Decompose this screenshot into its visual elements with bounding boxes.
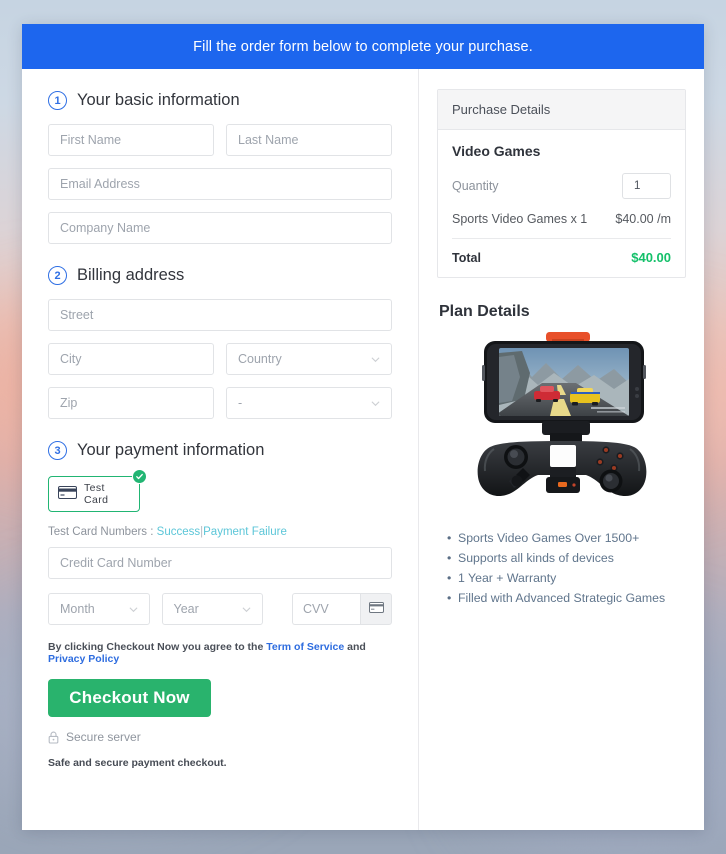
payment-method-test-card[interactable]: Test Card [48, 476, 140, 512]
last-name-input[interactable]: Last Name [226, 124, 392, 156]
step-title-basic-information: Your basic information [77, 91, 240, 109]
chevron-down-icon [371, 399, 380, 408]
country-select-value: Country [238, 352, 282, 366]
privacy-policy-link[interactable]: Privacy Policy [48, 653, 119, 665]
zip-state-row: Zip - [48, 387, 392, 419]
summary-column: Purchase Details Video Games Quantity 1 … [419, 69, 704, 830]
payment-method-label: Test Card [84, 482, 109, 506]
street-row: Street [48, 299, 392, 331]
quantity-label: Quantity [452, 179, 499, 193]
email-row: Email Address [48, 168, 392, 200]
chevron-down-icon [129, 605, 138, 614]
quantity-input[interactable]: 1 [622, 173, 671, 199]
secure-server-notice: Secure server [48, 730, 392, 744]
page-banner: Fill the order form below to complete yo… [22, 24, 704, 69]
test-card-success-link[interactable]: Success [157, 526, 200, 538]
step-header-payment-information: 3 Your payment information [48, 441, 392, 460]
company-name-input[interactable]: Company Name [48, 212, 392, 244]
plan-features-list: Sports Video Games Over 1500+ Supports a… [437, 529, 686, 609]
purchase-details-panel: Purchase Details Video Games Quantity 1 … [437, 89, 686, 278]
cvv-input[interactable]: CVV [292, 593, 360, 625]
credit-card-number-row: Credit Card Number [48, 547, 392, 579]
line-item-label: Sports Video Games x 1 [452, 212, 588, 226]
credit-card-number-input[interactable]: Credit Card Number [48, 547, 392, 579]
credit-card-icon [58, 486, 77, 502]
step-number-2: 2 [48, 266, 67, 285]
quantity-row: Quantity 1 [452, 173, 671, 199]
line-item-row: Sports Video Games x 1 $40.00 /m [452, 212, 671, 239]
agreement-prefix: By clicking Checkout Now you agree to th… [48, 641, 264, 653]
state-select[interactable]: - [226, 387, 392, 419]
email-input[interactable]: Email Address [48, 168, 392, 200]
expiry-month-value: Month [60, 602, 95, 616]
test-card-numbers-label: Test Card Numbers : [48, 526, 154, 538]
safe-checkout-note: Safe and secure payment checkout. [48, 757, 227, 769]
expiry-year-value: Year [173, 602, 199, 616]
list-item: Filled with Advanced Strategic Games [447, 589, 686, 609]
step-title-payment-information: Your payment information [77, 441, 265, 459]
agreement-conjunction: and [347, 641, 366, 653]
total-value: $40.00 [631, 250, 671, 265]
test-card-numbers-line: Test Card Numbers : Success|Payment Fail… [48, 526, 392, 538]
cvv-group: CVV [292, 593, 392, 625]
order-form-column: 1 Your basic information First Name Last… [22, 69, 418, 830]
line-item-price: $40.00 /m [615, 212, 671, 226]
total-row: Total $40.00 [452, 239, 671, 265]
secure-server-label: Secure server [66, 730, 141, 744]
total-label: Total [452, 250, 481, 265]
lock-icon [48, 731, 59, 744]
credit-card-icon [368, 600, 384, 618]
country-select[interactable]: Country [226, 343, 392, 375]
expiry-month-select[interactable]: Month [48, 593, 150, 625]
step-header-basic-information: 1 Your basic information [48, 91, 392, 110]
payment-method-wrapper: Test Card [48, 469, 147, 512]
plan-details-title: Plan Details [439, 303, 530, 320]
check-icon [132, 469, 147, 484]
terms-agreement-text: By clicking Checkout Now you agree to th… [48, 641, 392, 665]
company-row: Company Name [48, 212, 392, 244]
expiry-year-select[interactable]: Year [161, 593, 263, 625]
chevron-down-icon [242, 605, 251, 614]
step-header-billing-address: 2 Billing address [48, 266, 392, 285]
checkout-now-button[interactable]: Checkout Now [48, 679, 211, 717]
expiry-cvv-row: Month Year CVV [48, 593, 392, 625]
purchase-details-body: Video Games Quantity 1 Sports Video Game… [438, 130, 685, 277]
list-item: Supports all kinds of devices [447, 549, 686, 569]
name-row: First Name Last Name [48, 124, 392, 156]
checkout-card: Fill the order form below to complete yo… [22, 24, 704, 830]
step-title-billing-address: Billing address [77, 266, 185, 284]
chevron-down-icon [371, 355, 380, 364]
product-image [437, 329, 686, 515]
list-item: 1 Year + Warranty [447, 569, 686, 589]
step-number-3: 3 [48, 441, 67, 460]
first-name-input[interactable]: First Name [48, 124, 214, 156]
city-country-row: City Country [48, 343, 392, 375]
city-input[interactable]: City [48, 343, 214, 375]
list-item: Sports Video Games Over 1500+ [447, 529, 686, 549]
zip-input[interactable]: Zip [48, 387, 214, 419]
terms-of-service-link[interactable]: Term of Service [266, 641, 344, 653]
test-card-failure-link[interactable]: Payment Failure [203, 526, 287, 538]
cvv-help-button[interactable] [360, 593, 392, 625]
checkout-body: 1 Your basic information First Name Last… [22, 69, 704, 830]
step-number-1: 1 [48, 91, 67, 110]
state-select-value: - [238, 396, 243, 410]
street-input[interactable]: Street [48, 299, 392, 331]
product-title: Video Games [452, 143, 541, 159]
banner-text: Fill the order form below to complete yo… [193, 38, 533, 55]
purchase-details-header: Purchase Details [438, 90, 685, 130]
